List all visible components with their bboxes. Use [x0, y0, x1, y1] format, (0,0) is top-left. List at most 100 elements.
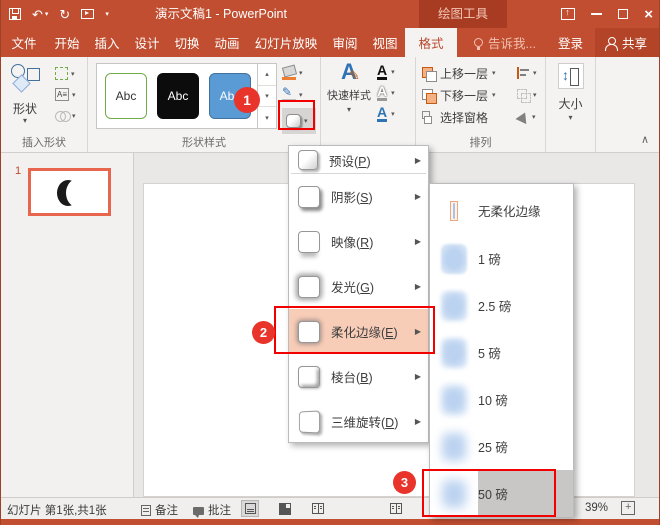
merge-shapes-button[interactable]: ▾ — [55, 105, 87, 126]
menu-item-preset[interactable]: 预设(P) ▶ — [289, 147, 428, 173]
align-button[interactable]: ▾ — [517, 63, 537, 83]
soft-edge-5pt-icon — [441, 338, 467, 368]
send-backward-icon — [422, 89, 436, 102]
tab-home[interactable]: 开始 — [47, 28, 87, 57]
shape-effects-menu: 预设(P) ▶ 阴影(S) ▶ 映像(R) ▶ 发光(G) ▶ 柔化边缘(E) … — [288, 145, 429, 443]
menu-item-glow[interactable]: 发光(G) ▶ — [289, 264, 428, 309]
shape-style-thumb-1[interactable]: Abc — [105, 73, 147, 119]
group-objects-dropdown-icon[interactable]: ▾ — [533, 91, 537, 99]
shape-effects-button[interactable]: ▾ — [282, 108, 316, 134]
merge-shapes-dropdown-icon[interactable]: ▾ — [72, 112, 76, 120]
align-dropdown-icon[interactable]: ▾ — [533, 69, 537, 77]
send-backward-dropdown-icon[interactable]: ▾ — [492, 91, 496, 99]
notes-button[interactable]: 备注 — [141, 502, 178, 518]
ribbon-display-options-icon[interactable] — [561, 8, 575, 20]
close-icon[interactable]: × — [644, 7, 653, 22]
shapes-dropdown-icon[interactable]: ▾ — [1, 116, 49, 125]
customize-qat-button[interactable]: ▾ — [105, 11, 109, 18]
group-objects-button[interactable]: ▾ — [517, 85, 537, 105]
start-slideshow-button[interactable] — [81, 9, 94, 19]
normal-view-button[interactable] — [241, 500, 259, 517]
edit-points-button[interactable]: ▾ — [55, 63, 87, 84]
rotate-button[interactable]: ▾ — [517, 107, 536, 127]
redo-button[interactable]: ↻ — [59, 8, 70, 21]
quick-styles-dropdown-icon[interactable]: ▾ — [327, 105, 371, 114]
menu-item-soft-edges[interactable]: 柔化边缘(E) ▶ — [289, 309, 428, 354]
menu-item-bevel[interactable]: 棱台(B) ▶ — [289, 354, 428, 399]
gallery-scroll-down[interactable]: ▾ — [258, 86, 276, 108]
slideshow-view-button[interactable] — [387, 500, 405, 517]
slide-sorter-view-button[interactable] — [275, 500, 293, 517]
undo-button[interactable]: ↶▾ — [32, 8, 48, 21]
text-box-button[interactable]: A≡▾ — [55, 84, 87, 105]
tab-review[interactable]: 审阅 — [325, 28, 365, 57]
tab-file[interactable]: 文件 — [1, 28, 47, 57]
text-box-dropdown-icon[interactable]: ▾ — [72, 91, 76, 99]
submenu-arrow-icon: ▶ — [415, 417, 421, 426]
selection-pane-button[interactable]: 选择窗格 — [422, 107, 488, 127]
comments-button[interactable]: 批注 — [193, 502, 231, 518]
minimize-icon[interactable] — [591, 13, 602, 15]
reading-view-button[interactable] — [309, 500, 327, 517]
save-button[interactable] — [9, 8, 21, 20]
text-effects-dropdown-icon[interactable]: ▾ — [391, 110, 395, 118]
submenu-item-25pt[interactable]: 25 磅 — [430, 423, 573, 470]
shapes-button[interactable]: 形状 — [1, 100, 49, 117]
gallery-more-button[interactable]: ▾ — [258, 107, 276, 128]
text-fill-dropdown-icon[interactable]: ▾ — [391, 68, 395, 76]
quick-access-toolbar: ↶▾ ↻ ▾ — [9, 0, 109, 28]
send-backward-button[interactable]: 下移一层 ▾ — [422, 85, 496, 105]
text-fill-button[interactable]: A▾ — [377, 61, 395, 82]
shape-outline-dropdown-icon[interactable]: ▾ — [299, 91, 303, 99]
undo-dropdown-icon[interactable]: ▾ — [45, 11, 49, 18]
rotate-dropdown-icon[interactable]: ▾ — [532, 113, 536, 121]
tab-insert[interactable]: 插入 — [87, 28, 127, 57]
text-outline-dropdown-icon[interactable]: ▾ — [391, 89, 395, 97]
collapse-ribbon-icon[interactable]: ∧ — [641, 133, 649, 146]
tab-slideshow[interactable]: 幻灯片放映 — [247, 28, 325, 57]
bring-forward-dropdown-icon[interactable]: ▾ — [492, 69, 496, 77]
text-fill-icon: A — [377, 63, 387, 80]
tab-transitions[interactable]: 切换 — [167, 28, 207, 57]
submenu-item-1pt[interactable]: 1 磅 — [430, 235, 573, 282]
tab-design[interactable]: 设计 — [127, 28, 167, 57]
tab-view[interactable]: 视图 — [365, 28, 405, 57]
menu-item-3d-rotation[interactable]: 三维旋转(D) ▶ — [289, 399, 428, 444]
tell-me-box[interactable]: 告诉我... — [464, 28, 546, 57]
fit-slide-to-window-icon[interactable] — [621, 501, 635, 515]
share-button[interactable]: 共享 — [595, 28, 659, 57]
submenu-item-5pt[interactable]: 5 磅 — [430, 329, 573, 376]
shape-effects-dropdown-icon[interactable]: ▾ — [304, 117, 308, 125]
three-d-rotation-icon — [299, 410, 320, 433]
size-button[interactable]: 大小 — [546, 95, 595, 112]
shape-style-thumb-2[interactable]: Abc — [157, 73, 199, 119]
text-effects-button[interactable]: A▾ — [377, 103, 395, 124]
shadow-effect-icon — [298, 186, 320, 208]
bring-forward-button[interactable]: 上移一层 ▾ — [422, 63, 496, 83]
quick-styles-button[interactable]: A 快速样式 ▾ — [327, 61, 371, 114]
selected-option-frame — [450, 201, 458, 221]
gallery-scroll-up[interactable]: ▴ — [258, 64, 276, 86]
shapes-gallery-icon[interactable] — [9, 64, 49, 96]
submenu-item-no-soft-edges[interactable]: 无柔化边缘 — [430, 186, 573, 235]
tab-format-active[interactable]: 格式 — [405, 28, 457, 57]
shape-fill-dropdown-icon[interactable]: ▾ — [299, 69, 303, 77]
person-icon — [605, 37, 617, 49]
slide-thumbnail-panel: 1 — [1, 153, 134, 497]
submenu-item-50pt[interactable]: 50 磅 — [430, 470, 573, 517]
tab-animations[interactable]: 动画 — [207, 28, 247, 57]
shape-fill-button[interactable]: ▾ — [282, 62, 320, 84]
submenu-item-10pt[interactable]: 10 磅 — [430, 376, 573, 423]
shape-outline-button[interactable]: ▾ — [282, 84, 320, 106]
slide-1-thumbnail[interactable] — [28, 168, 111, 216]
menu-item-shadow[interactable]: 阴影(S) ▶ — [289, 174, 428, 219]
size-dropdown-icon[interactable]: ▾ — [546, 113, 595, 122]
submenu-item-2-5pt[interactable]: 2.5 磅 — [430, 282, 573, 329]
sign-in-button[interactable]: 登录 — [546, 28, 595, 57]
menu-item-reflection[interactable]: 映像(R) ▶ — [289, 219, 428, 264]
group-wordart-styles: A 快速样式 ▾ A▾ A▾ A▾ — [321, 57, 416, 152]
edit-points-dropdown-icon[interactable]: ▾ — [71, 70, 75, 78]
zoom-percentage[interactable]: 39% — [585, 502, 608, 514]
maximize-icon[interactable] — [618, 9, 628, 19]
text-outline-button[interactable]: A▾ — [377, 82, 395, 103]
